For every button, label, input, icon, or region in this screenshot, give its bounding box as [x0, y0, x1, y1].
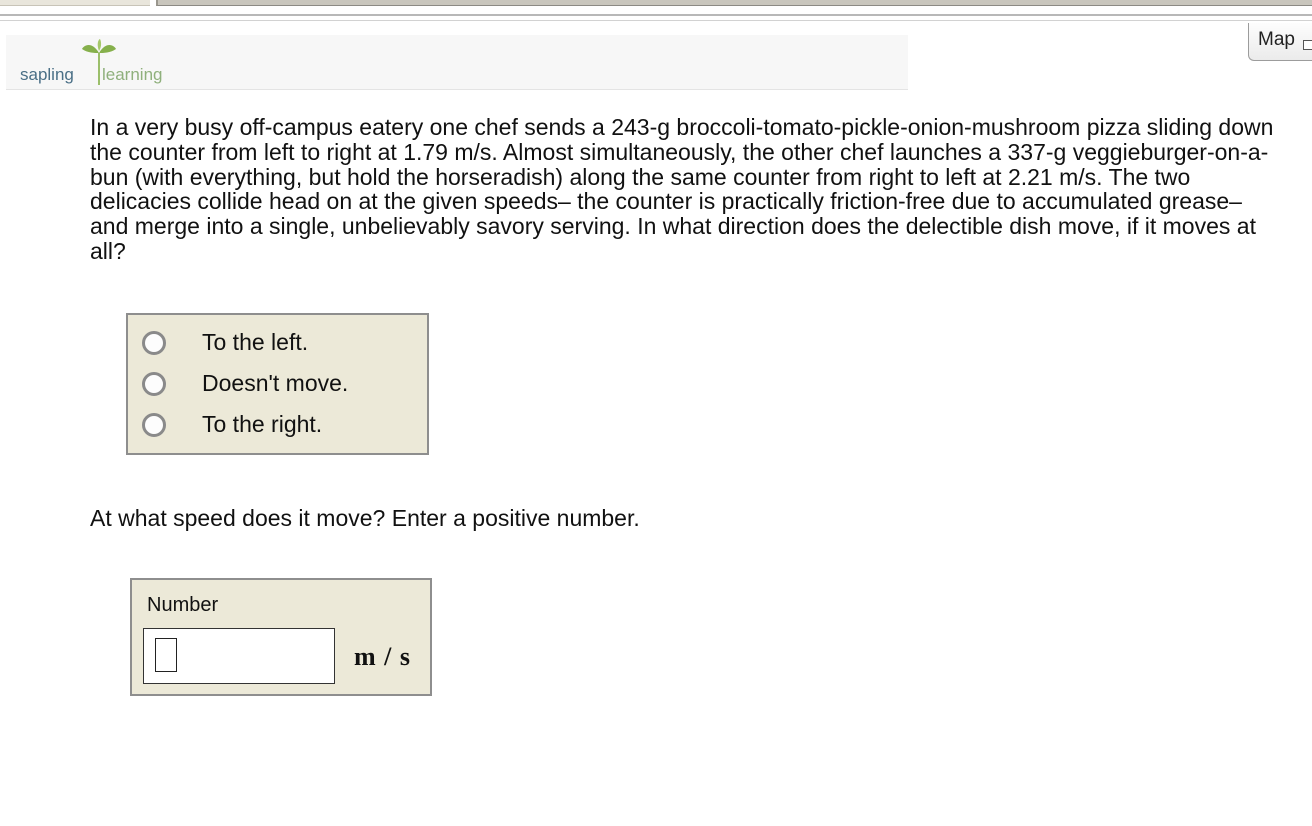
- number-label: Number: [147, 594, 219, 616]
- input-cursor[interactable]: [155, 638, 177, 672]
- map-button-label: Map: [1258, 29, 1295, 50]
- speed-prompt: At what speed does it move? Enter a posi…: [90, 505, 640, 531]
- radio-button[interactable]: [142, 372, 166, 396]
- unit-label: m / s: [354, 642, 411, 671]
- choice-label: To the left.: [202, 329, 309, 355]
- choice-to-the-right[interactable]: To the right.: [142, 410, 412, 440]
- choice-label: Doesn't move.: [202, 370, 349, 396]
- page-header: sapling learning: [6, 35, 908, 90]
- sapling-learning-logo: sapling learning: [18, 39, 178, 85]
- expand-box-icon: [1303, 40, 1312, 50]
- logo-text-sapling: sapling: [20, 65, 74, 84]
- page: sapling learning Map In a very busy off-…: [0, 0, 1312, 826]
- choice-to-the-left[interactable]: To the left.: [142, 328, 412, 358]
- logo-text-learning: learning: [102, 65, 163, 84]
- map-button[interactable]: Map: [1248, 23, 1312, 61]
- radio-button[interactable]: [142, 413, 166, 437]
- number-answer-panel: Number m / s: [130, 578, 432, 696]
- choice-doesnt-move[interactable]: Doesn't move.: [142, 369, 412, 399]
- browser-chrome-strip: [0, 0, 1312, 22]
- tab-left[interactable]: [0, 0, 150, 6]
- divider: [0, 14, 1312, 16]
- tab-main[interactable]: [156, 0, 1312, 6]
- radio-button[interactable]: [142, 331, 166, 355]
- choice-label: To the right.: [202, 411, 323, 437]
- speed-input[interactable]: [143, 628, 335, 684]
- direction-choices: To the left. Doesn't move. To the right.: [126, 313, 429, 455]
- divider: [0, 20, 1312, 21]
- question-text: In a very busy off-campus eatery one che…: [90, 114, 1274, 264]
